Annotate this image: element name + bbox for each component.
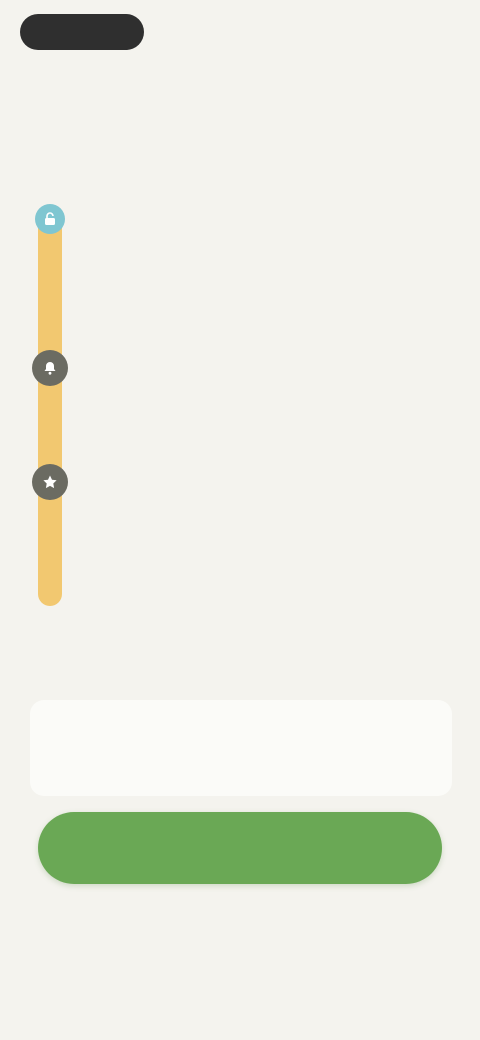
reminder-info-card xyxy=(30,700,452,796)
brand-logo[interactable] xyxy=(20,14,144,50)
footer-note xyxy=(150,966,330,984)
star-icon xyxy=(32,464,68,500)
start-trial-button[interactable] xyxy=(38,812,442,884)
top-bar xyxy=(20,14,460,50)
timeline-step-today xyxy=(92,220,448,230)
timeline-step-reminder xyxy=(92,360,448,370)
timeline-rail xyxy=(38,214,62,606)
trial-timeline xyxy=(24,200,464,620)
view-plans-link[interactable] xyxy=(170,914,310,936)
bell-icon xyxy=(32,350,68,386)
unlock-icon xyxy=(35,204,65,234)
timeline-step-billing xyxy=(92,474,448,484)
help-link[interactable] xyxy=(400,23,452,41)
